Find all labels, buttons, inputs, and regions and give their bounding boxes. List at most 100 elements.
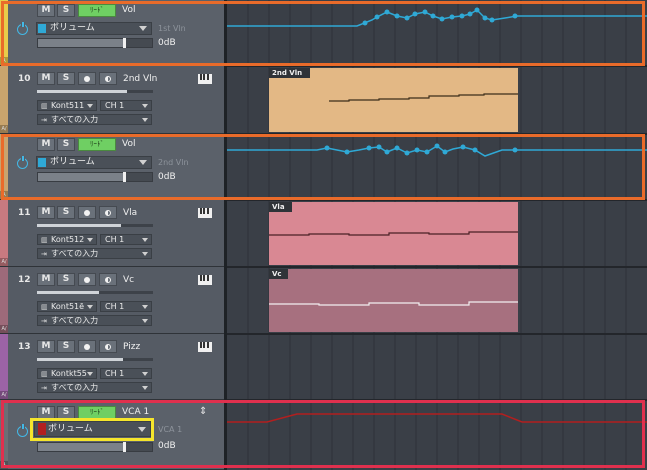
mute-button[interactable]: M [37, 206, 55, 219]
mute-button[interactable]: M [37, 138, 55, 151]
chevron-down-icon [139, 160, 147, 165]
monitor-icon[interactable] [99, 72, 117, 85]
chevron-down-icon [142, 386, 148, 390]
chevron-down-icon [87, 238, 93, 242]
track-vc[interactable]: A/ 12 M S Vc ▥ Kont51ē CH 1 ⇥ すべての入力 [0, 267, 224, 334]
record-icon[interactable] [78, 206, 96, 219]
chevron-down-icon [142, 238, 148, 242]
automation-name: VCA 1 [122, 407, 150, 417]
read-button[interactable]: ﾘｰﾄﾞ [78, 138, 116, 151]
read-button[interactable]: ﾘｰﾄﾞ [78, 4, 116, 17]
mute-button[interactable]: M [37, 4, 55, 17]
track-volume-bar[interactable] [37, 358, 153, 361]
track-number: 13 [18, 342, 31, 352]
midi-icon: ▥ [41, 236, 48, 244]
mute-button[interactable]: M [37, 72, 55, 85]
mute-button[interactable]: M [37, 406, 55, 419]
track-number: 10 [18, 74, 31, 84]
automation-lane-vca-1[interactable] [227, 400, 647, 470]
automation-fader[interactable] [37, 442, 153, 452]
record-icon[interactable] [78, 340, 96, 353]
track-color-bar: A [0, 134, 8, 199]
param-color-swatch [38, 423, 46, 435]
solo-button[interactable]: S [57, 138, 75, 151]
solo-button[interactable]: S [57, 340, 75, 353]
read-button[interactable]: ﾘｰﾄﾞ [78, 406, 116, 419]
track-volume-bar[interactable] [37, 90, 153, 93]
arrange-view[interactable]: 2nd Vln Vla Vc [227, 0, 647, 470]
automation-lane-1st-vln[interactable] [227, 0, 647, 66]
piano-keyboard-icon[interactable] [198, 208, 212, 218]
monitor-icon[interactable] [99, 340, 117, 353]
param-label: ボリューム [50, 23, 95, 33]
input-select[interactable]: ⇥ すべての入力 [37, 114, 152, 125]
track-2nd-vln[interactable]: A/ 10 M S 2nd Vln ▥ Kont511 CH 1 ⇥ すべての入力 [0, 66, 224, 134]
instrument-select[interactable]: ▥ Kontkt55 [37, 368, 97, 379]
track-color-bar: A [0, 0, 8, 65]
automation-fader[interactable] [37, 172, 153, 182]
track-volume-bar[interactable] [37, 224, 153, 227]
midi-clip-vc[interactable]: Vc [269, 269, 518, 332]
chevron-down-icon [87, 305, 93, 309]
piano-keyboard-icon[interactable] [198, 275, 212, 285]
track-name[interactable]: 2nd Vln [123, 74, 157, 84]
chevron-down-icon [142, 118, 148, 122]
automation-fader[interactable] [37, 38, 153, 48]
chevron-down-icon [142, 252, 148, 256]
input-select[interactable]: ⇥ すべての入力 [37, 315, 152, 326]
power-icon[interactable] [17, 156, 28, 169]
input-select[interactable]: ⇥ すべての入力 [37, 248, 152, 259]
solo-button[interactable]: S [57, 273, 75, 286]
track-name[interactable]: Pizz [123, 342, 140, 352]
midi-clip-vla[interactable]: Vla [269, 202, 518, 265]
track-volume-bar[interactable] [37, 291, 153, 294]
track-color-bar: A/ [0, 200, 8, 266]
param-label: ボリューム [48, 424, 93, 434]
track-name[interactable]: Vla [123, 208, 137, 218]
instrument-select[interactable]: ▥ Kont51ē [37, 301, 97, 312]
gain-value: 0dB [158, 172, 176, 182]
solo-button[interactable]: S [57, 206, 75, 219]
track-vla[interactable]: A/ 11 M S Vla ▥ Kont512 CH 1 ⇥ すべての入力 [0, 200, 224, 267]
monitor-icon[interactable] [99, 206, 117, 219]
chevron-down-icon [142, 372, 148, 376]
parameter-select[interactable]: ボリューム [36, 22, 152, 35]
parameter-select[interactable]: ボリューム [34, 421, 151, 437]
automation-track-1st-vln-vol[interactable]: A M S ﾘｰﾄﾞ Vol ボリューム 1st Vln 0dB [0, 0, 224, 66]
midi-clip-2nd-vln[interactable]: 2nd Vln [269, 68, 518, 132]
record-icon[interactable] [78, 72, 96, 85]
chevron-down-icon [142, 104, 148, 108]
solo-button[interactable]: S [57, 406, 75, 419]
automation-lane-2nd-vln[interactable] [227, 134, 647, 200]
track-pizz[interactable]: A/ 13 M S Pizz ▥ Kontkt55 CH 1 ⇥ すべての入力 [0, 334, 224, 400]
parameter-select[interactable]: ボリューム [36, 156, 152, 169]
param-color-swatch [38, 158, 46, 167]
piano-keyboard-icon[interactable] [198, 342, 212, 352]
input-select[interactable]: ⇥ すべての入力 [37, 382, 152, 393]
track-number: 11 [18, 208, 31, 218]
midi-icon: ▥ [41, 102, 48, 110]
mute-button[interactable]: M [37, 273, 55, 286]
input-icon: ⇥ [41, 250, 47, 258]
record-icon[interactable] [78, 273, 96, 286]
link-icon[interactable]: ⇕ [199, 406, 207, 417]
automation-track-vca-1[interactable]: A M S ﾘｰﾄﾞ VCA 1 ⇕ ボリューム VCA 1 0dB [0, 400, 224, 470]
solo-button[interactable]: S [57, 4, 75, 17]
piano-keyboard-icon[interactable] [198, 74, 212, 84]
power-icon[interactable] [17, 22, 28, 35]
solo-button[interactable]: S [57, 72, 75, 85]
instrument-select[interactable]: ▥ Kont512 [37, 234, 97, 245]
monitor-icon[interactable] [99, 273, 117, 286]
track-name[interactable]: Vc [123, 275, 134, 285]
channel-select[interactable]: CH 1 [100, 301, 152, 312]
mute-button[interactable]: M [37, 340, 55, 353]
channel-select[interactable]: CH 1 [100, 368, 152, 379]
input-icon: ⇥ [41, 317, 47, 325]
chevron-down-icon [87, 104, 93, 108]
gain-value: 0dB [158, 441, 176, 451]
power-icon[interactable] [17, 424, 28, 437]
channel-select[interactable]: CH 1 [100, 234, 152, 245]
channel-select[interactable]: CH 1 [100, 100, 152, 111]
instrument-select[interactable]: ▥ Kont511 [37, 100, 97, 111]
automation-track-2nd-vln-vol[interactable]: A M S ﾘｰﾄﾞ Vol ボリューム 2nd Vln 0dB [0, 134, 224, 200]
